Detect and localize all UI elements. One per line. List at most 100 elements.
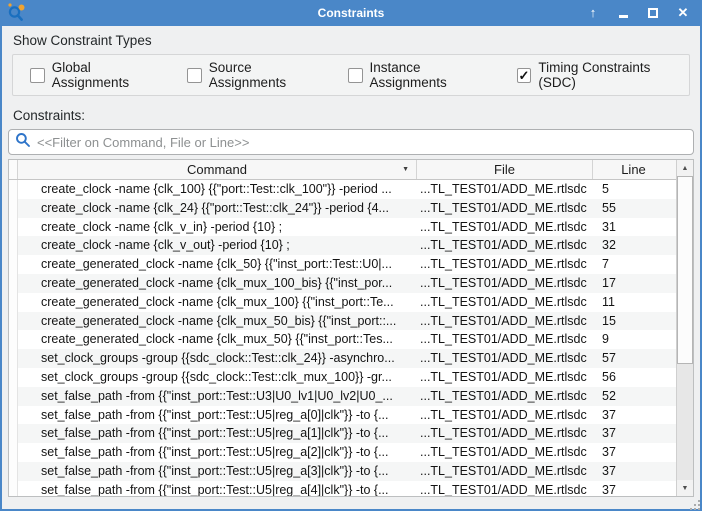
cell-file[interactable]: ...TL_TEST01/ADD_ME.rtlsdc [416,462,593,481]
cell-command[interactable]: create_generated_clock -name {clk_mux_10… [18,293,416,312]
titlebar[interactable]: Constraints ↑ ✕ [2,0,700,26]
cell-line[interactable]: 11 [593,293,673,312]
table-row[interactable]: create_generated_clock -name {clk_mux_10… [9,293,676,312]
cell-file[interactable]: ...TL_TEST01/ADD_ME.rtlsdc [416,236,593,255]
constraints-table: Command ▼ File Line create_clock -name {… [8,159,694,497]
vertical-scrollbar[interactable]: ▲ ▼ [676,160,693,496]
sort-descending-icon: ▼ [402,160,409,179]
cell-line[interactable]: 37 [593,424,673,443]
cell-file[interactable]: ...TL_TEST01/ADD_ME.rtlsdc [416,424,593,443]
maximize-button[interactable] [646,0,660,26]
cell-line[interactable]: 56 [593,368,673,387]
table-row[interactable]: create_clock -name {clk_v_in} -period {1… [9,218,676,237]
cell-line[interactable]: 52 [593,387,673,406]
cell-file[interactable]: ...TL_TEST01/ADD_ME.rtlsdc [416,406,593,425]
cell-command[interactable]: set_false_path -from {{"inst_port::Test:… [18,443,416,462]
cell-file[interactable]: ...TL_TEST01/ADD_ME.rtlsdc [416,349,593,368]
table-row[interactable]: create_generated_clock -name {clk_50} {{… [9,255,676,274]
table-row[interactable]: set_false_path -from {{"inst_port::Test:… [9,406,676,425]
scroll-up-button[interactable]: ▲ [677,160,693,176]
cell-line[interactable]: 9 [593,330,673,349]
checked-checkbox-icon[interactable]: ✓ [517,68,532,83]
table-row[interactable]: create_clock -name {clk_v_out} -period {… [9,236,676,255]
checkbox-source-assignments[interactable]: Source Assignments [187,60,330,90]
row-gutter [9,462,18,481]
cell-command[interactable]: create_generated_clock -name {clk_mux_10… [18,274,416,293]
constraint-types-group: Global Assignments Source Assignments Inst… [12,54,690,96]
cell-command[interactable]: set_false_path -from {{"inst_port::Test:… [18,387,416,406]
column-header-line[interactable]: Line [593,160,674,179]
cell-line[interactable]: 7 [593,255,673,274]
table-row[interactable]: create_generated_clock -name {clk_mux_50… [9,330,676,349]
table-row[interactable]: set_false_path -from {{"inst_port::Test:… [9,443,676,462]
cell-line[interactable]: 55 [593,199,673,218]
cell-command[interactable]: create_generated_clock -name {clk_mux_50… [18,330,416,349]
minimize-button[interactable] [616,0,630,26]
cell-file[interactable]: ...TL_TEST01/ADD_ME.rtlsdc [416,481,593,496]
cell-file[interactable]: ...TL_TEST01/ADD_ME.rtlsdc [416,368,593,387]
minimize-icon [619,15,628,18]
close-button[interactable]: ✕ [676,0,690,26]
cell-command[interactable]: create_clock -name {clk_24} {{"port::Tes… [18,199,416,218]
cell-file[interactable]: ...TL_TEST01/ADD_ME.rtlsdc [416,330,593,349]
cell-command[interactable]: create_clock -name {clk_v_out} -period {… [18,236,416,255]
cell-line[interactable]: 37 [593,481,673,496]
column-header-command[interactable]: Command ▼ [18,160,417,179]
cell-command[interactable]: set_false_path -from {{"inst_port::Test:… [18,406,416,425]
cell-command[interactable]: set_false_path -from {{"inst_port::Test:… [18,481,416,496]
column-header-file[interactable]: File [417,160,593,179]
table-row[interactable]: create_clock -name {clk_24} {{"port::Tes… [9,199,676,218]
checkbox-timing-constraints-sdc[interactable]: ✓Timing Constraints (SDC) [517,60,689,90]
cell-line[interactable]: 37 [593,406,673,425]
cell-command[interactable]: create_clock -name {clk_100} {{"port::Te… [18,180,416,199]
cell-file[interactable]: ...TL_TEST01/ADD_ME.rtlsdc [416,218,593,237]
rollup-button[interactable]: ↑ [586,0,600,26]
checkbox-global-assignments[interactable]: Global Assignments [30,60,169,90]
cell-file[interactable]: ...TL_TEST01/ADD_ME.rtlsdc [416,255,593,274]
cell-command[interactable]: create_generated_clock -name {clk_50} {{… [18,255,416,274]
cell-file[interactable]: ...TL_TEST01/ADD_ME.rtlsdc [416,180,593,199]
table-row[interactable]: set_clock_groups -group {{sdc_clock::Tes… [9,368,676,387]
unchecked-checkbox-icon[interactable] [348,68,363,83]
table-row[interactable]: set_false_path -from {{"inst_port::Test:… [9,424,676,443]
cell-line[interactable]: 5 [593,180,673,199]
cell-command[interactable]: create_generated_clock -name {clk_mux_50… [18,312,416,331]
table-row[interactable]: create_generated_clock -name {clk_mux_10… [9,274,676,293]
table-row[interactable]: set_clock_groups -group {{sdc_clock::Tes… [9,349,676,368]
cell-line[interactable]: 57 [593,349,673,368]
cell-command[interactable]: set_false_path -from {{"inst_port::Test:… [18,424,416,443]
table-row[interactable]: set_false_path -from {{"inst_port::Test:… [9,462,676,481]
table-row[interactable]: create_clock -name {clk_100} {{"port::Te… [9,180,676,199]
cell-line[interactable]: 31 [593,218,673,237]
scroll-down-button[interactable]: ▼ [677,480,693,496]
cell-line[interactable]: 37 [593,443,673,462]
table-corner [9,160,18,179]
cell-file[interactable]: ...TL_TEST01/ADD_ME.rtlsdc [416,293,593,312]
command-header-label: Command [187,162,247,177]
resize-grip[interactable] [694,504,696,506]
unchecked-checkbox-icon[interactable] [30,68,45,83]
cell-file[interactable]: ...TL_TEST01/ADD_ME.rtlsdc [416,443,593,462]
row-gutter [9,424,18,443]
table-row[interactable]: create_generated_clock -name {clk_mux_50… [9,312,676,331]
cell-command[interactable]: set_clock_groups -group {{sdc_clock::Tes… [18,349,416,368]
cell-command[interactable]: set_clock_groups -group {{sdc_clock::Tes… [18,368,416,387]
cell-line[interactable]: 17 [593,274,673,293]
checkbox-instance-assignments[interactable]: Instance Assignments [348,60,499,90]
cell-file[interactable]: ...TL_TEST01/ADD_ME.rtlsdc [416,199,593,218]
checkbox-label: Source Assignments [209,60,330,90]
cell-command[interactable]: create_clock -name {clk_v_in} -period {1… [18,218,416,237]
cell-line[interactable]: 32 [593,236,673,255]
row-gutter [9,330,18,349]
filter-input[interactable] [37,135,687,150]
table-row[interactable]: set_false_path -from {{"inst_port::Test:… [9,481,676,496]
cell-file[interactable]: ...TL_TEST01/ADD_ME.rtlsdc [416,387,593,406]
cell-file[interactable]: ...TL_TEST01/ADD_ME.rtlsdc [416,312,593,331]
scrollbar-thumb[interactable] [677,176,693,364]
table-row[interactable]: set_false_path -from {{"inst_port::Test:… [9,387,676,406]
unchecked-checkbox-icon[interactable] [187,68,202,83]
cell-file[interactable]: ...TL_TEST01/ADD_ME.rtlsdc [416,274,593,293]
cell-line[interactable]: 37 [593,462,673,481]
cell-line[interactable]: 15 [593,312,673,331]
cell-command[interactable]: set_false_path -from {{"inst_port::Test:… [18,462,416,481]
